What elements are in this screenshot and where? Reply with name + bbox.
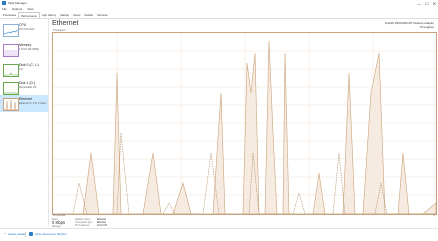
sidebar-item-value: 0% 2.20 GHz xyxy=(19,27,35,31)
sidebar-item-label: Disk 1 (D:) xyxy=(19,81,36,85)
tab-performance[interactable]: Performance xyxy=(18,12,41,18)
tab-details[interactable]: Details xyxy=(82,12,95,18)
sidebar-item-disk0[interactable]: Disk 0 (C: L:) 1% xyxy=(0,61,48,78)
disk0-thumbnail xyxy=(3,64,19,77)
sidebar-item-label: CPU xyxy=(19,23,27,27)
sidebar-item-ethernet[interactable]: Ethernet Ethernet S: 0 R: 0 Kbps xyxy=(0,95,48,112)
task-manager-icon xyxy=(2,1,6,5)
footer-divider xyxy=(25,232,26,237)
memory-thumbnail xyxy=(3,44,19,57)
graph-zero-label: 0 xyxy=(433,214,435,217)
ethernet-panel: Ethernet Intel(R) PRO/1000 MT Desktop Ad… xyxy=(52,19,437,232)
performance-sidebar: CPU 0% 2.20 GHz Memory 1.5/4.0 GB (38%) … xyxy=(0,19,49,226)
sidebar-item-memory[interactable]: Memory 1.5/4.0 GB (38%) xyxy=(0,41,48,58)
close-button[interactable]: ✕ xyxy=(433,0,436,7)
resource-monitor-icon xyxy=(29,232,33,236)
tab-processes[interactable]: Processes xyxy=(1,12,18,18)
adapter-name: Intel(R) PRO/1000 MT Desktop Adapter Thr… xyxy=(385,21,434,29)
graph-time-label: 60 seconds xyxy=(53,214,66,217)
chevron-up-icon[interactable]: ⌃ xyxy=(3,232,6,237)
open-resource-monitor-link[interactable]: Open Resource Monitor xyxy=(35,232,67,236)
sidebar-item-value: Removable 0% xyxy=(19,85,37,89)
disk1-thumbnail xyxy=(3,82,19,95)
sidebar-item-value: Ethernet S: 0 R: 0 Kbps xyxy=(19,101,47,105)
stats-panel: Send 0 Kbps Receive 0 Kbps Adapter name:… xyxy=(52,218,252,232)
throughput-graph xyxy=(52,32,437,215)
window-title: Task Manager xyxy=(8,1,27,5)
sidebar-item-label: Ethernet xyxy=(19,97,32,101)
tab-users[interactable]: Users xyxy=(71,12,82,18)
footer-bar: ⌃ Fewer details Open Resource Monitor xyxy=(0,228,438,241)
ethernet-thumbnail xyxy=(3,98,19,111)
title-bar: Task Manager — ☐ ✕ xyxy=(0,0,438,7)
maximize-button[interactable]: ☐ xyxy=(425,0,429,7)
receive-throughput-area xyxy=(53,40,436,214)
window-controls: — ☐ ✕ xyxy=(417,0,436,7)
sidebar-item-label: Memory xyxy=(19,43,32,47)
sidebar-item-disk1[interactable]: Disk 1 (D:) Removable 0% xyxy=(0,79,48,96)
sidebar-item-cpu[interactable]: CPU 0% 2.20 GHz xyxy=(0,21,48,38)
throughput-graph-svg xyxy=(53,33,436,214)
cpu-thumbnail xyxy=(3,24,19,37)
fewer-details-link[interactable]: Fewer details xyxy=(8,232,26,236)
page-title: Ethernet xyxy=(52,20,79,27)
sidebar-item-label: Disk 0 (C: L:) xyxy=(19,63,39,67)
minimize-button[interactable]: — xyxy=(417,0,421,7)
tab-bar: Processes Performance App history Startu… xyxy=(0,12,438,19)
adapter-subtitle: Throughput xyxy=(419,25,434,29)
sidebar-item-value: 1.5/4.0 GB (38%) xyxy=(19,47,40,51)
sidebar-item-value: 1% xyxy=(19,67,23,71)
tab-services[interactable]: Services xyxy=(95,12,110,18)
tab-startup[interactable]: Startup xyxy=(58,12,71,18)
tab-app-history[interactable]: App history xyxy=(40,12,58,18)
